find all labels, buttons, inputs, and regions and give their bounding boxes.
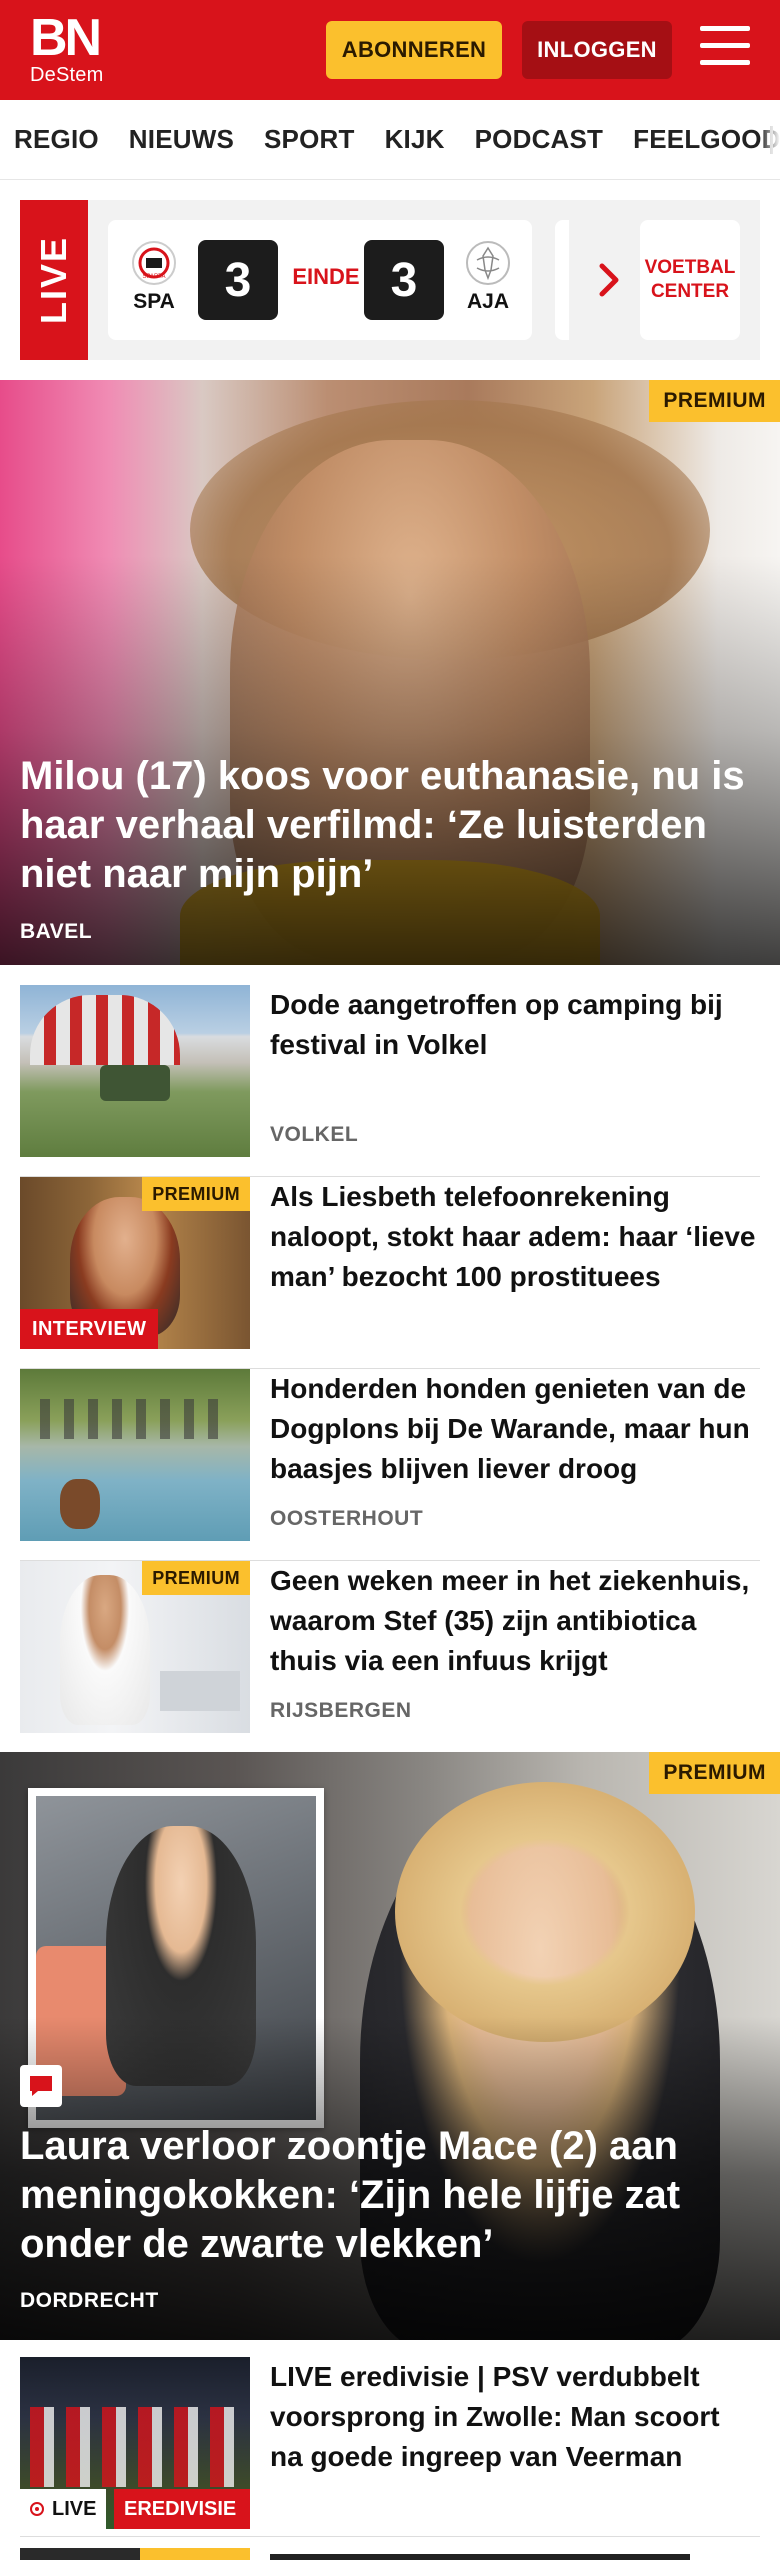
match-card[interactable]: SPARTA SPA 3 EINDE 3 AJA — [108, 220, 532, 340]
sparta-logo-icon: SPARTA — [131, 240, 177, 286]
article-location: VOLKEL — [270, 1123, 359, 1146]
svg-text:SPARTA: SPARTA — [142, 274, 165, 280]
nav-item-kijk[interactable]: KIJK — [385, 124, 445, 155]
nav-item-podcast[interactable]: PODCAST — [475, 124, 604, 155]
premium-badge — [140, 2548, 250, 2560]
hero-article[interactable]: PREMIUM Milou (17) koos voor euthanasie,… — [0, 380, 780, 965]
voetbal-center-line2: CENTER — [650, 281, 730, 302]
live-pill: LIVE — [20, 2489, 107, 2529]
nav-item-feelgood[interactable]: FEELGOOD — [633, 124, 780, 155]
thumb-person — [60, 1575, 150, 1725]
article-thumbnail — [20, 1369, 250, 1541]
away-score: 3 — [364, 240, 444, 320]
site-header: BN DeStem ABONNEREN INLOGGEN — [0, 0, 780, 100]
thumb-tent — [30, 995, 180, 1065]
home-team-name: SPA — [133, 290, 175, 313]
list-item[interactable]: PREMIUM Geen weken meer in het ziekenhui… — [20, 1561, 760, 1753]
thumb-dog — [60, 1479, 100, 1529]
chevron-right-icon[interactable] — [590, 250, 630, 310]
article-title[interactable]: Geen weken meer in het ziekenhuis, waaro… — [270, 1561, 760, 1681]
live-label: LIVE — [20, 200, 88, 360]
login-button[interactable]: INLOGGEN — [522, 21, 672, 79]
thumb-crowd — [40, 1399, 230, 1439]
home-team: SPARTA SPA — [124, 240, 184, 314]
article-thumbnail: PREMIUM INTERVIEW — [20, 1177, 250, 1349]
nav-item-nieuws[interactable]: NIEUWS — [129, 124, 234, 155]
voetbal-center-button[interactable]: VOETBAL CENTER — [640, 220, 740, 340]
premium-badge: PREMIUM — [649, 1752, 780, 1794]
premium-badge: PREMIUM — [142, 1177, 250, 1211]
live-pill-label: LIVE — [52, 2498, 97, 2520]
feature-location: DORDRECHT — [20, 2289, 159, 2312]
site-logo[interactable]: BN DeStem — [30, 9, 104, 86]
nav-item-sport[interactable]: SPORT — [264, 124, 355, 155]
article-thumbnail — [20, 985, 250, 1157]
thumb-players — [30, 2407, 240, 2487]
article-title[interactable]: LIVE eredivisie | PSV verdubbelt voorspr… — [270, 2357, 760, 2477]
premium-badge: PREMIUM — [142, 1561, 250, 1595]
interview-label: INTERVIEW — [20, 1309, 159, 1349]
thumb-furniture — [160, 1671, 240, 1711]
article-location: RIJSBERGEN — [270, 1699, 412, 1722]
hero-title[interactable]: Milou (17) koos voor euthanasie, nu is h… — [20, 752, 760, 899]
away-team-name: AJA — [466, 290, 509, 313]
list-item[interactable]: LIVE EREDIVISIE LIVE eredivisie | PSV ve… — [20, 2357, 760, 2537]
category-pill: EREDIVISIE — [114, 2489, 250, 2529]
comment-icon — [20, 2065, 62, 2107]
nav-item-regio[interactable]: REGIO — [14, 124, 99, 155]
logo-main-text: BN — [30, 9, 102, 67]
list-item[interactable]: Dode aangetroffen op camping bij festiva… — [20, 985, 760, 1177]
premium-badge: PREMIUM — [649, 380, 780, 422]
article-title[interactable]: Als Liesbeth telefoonrekening naloopt, s… — [270, 1177, 760, 1297]
ajax-logo-icon — [465, 240, 511, 286]
article-title[interactable]: Dode aangetroffen op camping bij festiva… — [270, 985, 760, 1065]
away-team: AJA — [458, 240, 518, 314]
list-item[interactable]: Honderden honden genieten van de Dogplon… — [20, 1369, 760, 1561]
feature-title[interactable]: Laura verloor zoontje Mace (2) aan menin… — [20, 2122, 760, 2269]
article-thumbnail: PREMIUM — [20, 1561, 250, 1733]
article-location: OOSTERHOUT — [270, 1507, 424, 1530]
article-title — [270, 2554, 690, 2560]
feature-article[interactable]: PREMIUM Laura verloor zoontje Mace (2) a… — [0, 1752, 780, 2340]
hamburger-menu-icon[interactable] — [700, 26, 750, 72]
thumb-vehicle — [100, 1065, 170, 1101]
subscribe-button[interactable]: ABONNEREN — [326, 21, 502, 79]
live-dot-icon — [30, 2502, 44, 2516]
voetbal-center-line1: VOETBAL — [644, 257, 736, 278]
list-item[interactable]: PREMIUM INTERVIEW Als Liesbeth telefoonr… — [20, 1177, 760, 1369]
nav-fade — [760, 100, 780, 179]
home-score: 3 — [198, 240, 278, 320]
logo-sub-text: DeStem — [30, 64, 104, 86]
article-title[interactable]: Honderden honden genieten van de Dogplon… — [270, 1369, 760, 1489]
next-list-item[interactable] — [20, 2548, 760, 2560]
article-thumbnail: LIVE EREDIVISIE — [20, 2357, 250, 2529]
next-match-card[interactable] — [555, 220, 569, 340]
category-nav: REGIO NIEUWS SPORT KIJK PODCAST FEELGOOD — [0, 100, 780, 180]
hero-location: BAVEL — [20, 920, 93, 943]
match-status: EINDE — [292, 264, 360, 289]
live-scoreboard: LIVE SPARTA SPA 3 EINDE 3 AJA VOETBAL CE… — [20, 200, 760, 360]
